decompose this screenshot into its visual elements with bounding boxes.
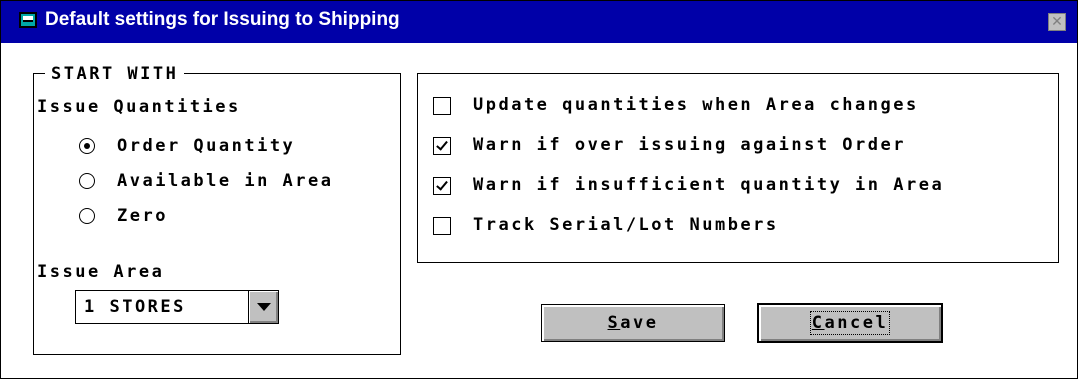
checkbox-label[interactable]: Warn if over issuing against Order [473,135,906,155]
cancel-label-rest: ancel [824,313,889,333]
radio-button[interactable] [79,173,95,189]
window-title: Default settings for Issuing to Shipping [45,9,400,30]
cancel-mnemonic: C [811,313,825,333]
checkbox[interactable] [433,177,451,195]
issue-quantities-label: Issue Quantities [37,97,241,117]
radio-label[interactable]: Order Quantity [117,136,295,156]
save-mnemonic: S [607,313,621,333]
radio-button[interactable] [79,208,95,224]
cancel-focus-label: Cancel [809,311,891,335]
radio-button[interactable] [79,138,95,154]
checkbox[interactable] [433,217,451,235]
checkbox[interactable] [433,137,451,155]
title-bar[interactable]: Default settings for Issuing to Shipping… [1,1,1077,43]
save-button[interactable]: Save [541,304,725,342]
cancel-button[interactable]: Cancel [757,303,943,343]
close-icon[interactable]: ✕ [1048,13,1066,31]
radio-label[interactable]: Available in Area [117,171,334,191]
save-label-rest: ave [620,313,659,333]
issue-area-value: 1 STORES [84,297,186,317]
checkbox-label[interactable]: Track Serial/Lot Numbers [473,215,779,235]
checkbox[interactable] [433,97,451,115]
chevron-down-icon[interactable] [248,291,278,323]
issue-area-label: Issue Area [37,262,165,282]
radio-label[interactable]: Zero [117,206,168,226]
checkbox-label[interactable]: Warn if insufficient quantity in Area [473,175,944,195]
start-with-legend: START WITH [45,64,185,84]
system-menu-icon[interactable] [19,12,37,28]
dialog-window: Default settings for Issuing to Shipping… [0,0,1078,379]
checkbox-label[interactable]: Update quantities when Area changes [473,95,919,115]
issue-area-select[interactable]: 1 STORES [75,290,279,324]
